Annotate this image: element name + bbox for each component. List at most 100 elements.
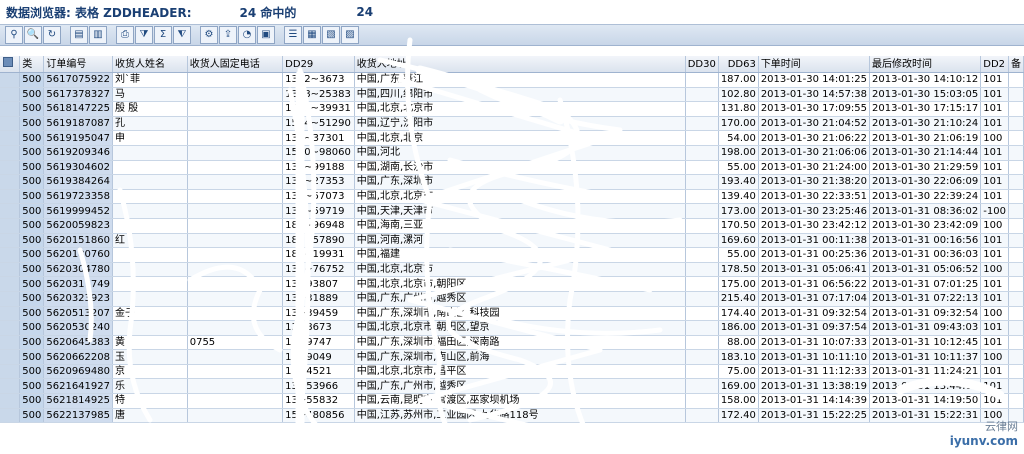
print-button[interactable]: ⎙ <box>116 26 134 44</box>
select-all-cell[interactable] <box>0 56 21 73</box>
column-header[interactable]: DD63 <box>718 56 759 73</box>
cell-dd63: 139.40 <box>718 189 759 205</box>
grid-button[interactable]: ▧ <box>322 26 340 44</box>
table-row[interactable]: 500 5617075922 刘`菲 1372~3673 中国,广东,蓬江 187.00 2… <box>0 72 1024 88</box>
table-row[interactable]: 500 5620059823 183~96948 中国,海南,三亚 170.50 2013… <box>0 218 1024 234</box>
cell-addr: 中国,广东,深圳市,福田区,深南路 <box>354 335 686 351</box>
row-selector[interactable] <box>0 101 21 117</box>
details-button[interactable]: ⚲ <box>5 26 23 44</box>
print-icon: ⎙ <box>121 29 129 40</box>
cell-dd29: 1861~39931 <box>282 101 355 117</box>
export-button[interactable]: ⇪ <box>219 26 237 44</box>
row-selector[interactable] <box>0 320 21 336</box>
row-selector[interactable] <box>0 145 21 161</box>
table-row[interactable]: 500 5620513207 金子 13~39459 中国,广东,深圳市,南山区,科技园… <box>0 306 1024 322</box>
sum-button[interactable]: Σ <box>154 26 172 44</box>
column-header[interactable]: DD2 <box>980 56 1009 73</box>
table-row[interactable]: 500 5619723358 135~57073 中国,北京,北京市 139.40 201… <box>0 189 1024 205</box>
change-layout-button[interactable]: ⚙ <box>200 26 218 44</box>
table-row[interactable]: 500 5619304602 137~99188 中国,湖南,长沙市 55.00 2013… <box>0 160 1024 176</box>
column-header[interactable]: 备 <box>1008 56 1024 73</box>
layout-button[interactable]: ▨ <box>341 26 359 44</box>
data-grid: 类订单编号 收货人姓名 收货人固定电话 DD29 收货人地址 DD30 DD63 下单时间 最后… <box>0 56 1024 454</box>
table-row[interactable]: 500 5617378327 马 1398~25383 中国,四川,绵阳市 102.80 2… <box>0 87 1024 103</box>
columns-button[interactable]: ☰ <box>284 26 302 44</box>
row-selector[interactable] <box>0 291 21 307</box>
cell-addr: 中国,北京,北京市,昌平区 <box>354 364 686 380</box>
row-selector[interactable] <box>0 189 21 205</box>
row-selector[interactable] <box>0 116 21 132</box>
row-selector[interactable] <box>0 247 21 263</box>
row-selector[interactable] <box>0 393 21 409</box>
column-header[interactable]: DD29 <box>282 56 355 73</box>
column-header[interactable]: 下单时间 <box>758 56 871 73</box>
column-header[interactable]: 收货人姓名 <box>112 56 188 73</box>
table-row[interactable]: 500 5620151860 红 187~57890 中国,河南,漯河 169.60 201… <box>0 233 1024 249</box>
page-title: 数据浏览器: 表格 ZDDHEADER: <box>6 5 192 20</box>
cell-phone <box>187 276 284 292</box>
table-row[interactable]: 500 5619195047 申 139~37301 中国,北京,北京 54.00 2013… <box>0 130 1024 146</box>
row-selector[interactable] <box>0 233 21 249</box>
row-selector[interactable] <box>0 174 21 190</box>
table-row[interactable]: 500 5619209346 1520~98060 中国,河北 198.00 2013-0… <box>0 145 1024 161</box>
row-selector[interactable] <box>0 130 21 146</box>
column-header[interactable]: 收货人地址 <box>354 56 686 73</box>
table-row[interactable]: 500 5621641927 乐 13~53966 中国,广东,广州市,越秀区 169.0… <box>0 378 1024 395</box>
subtotal-icon: ⧨ <box>177 29 187 40</box>
column-header[interactable]: 订单编号 <box>43 56 113 73</box>
cell-dd29: 137~99188 <box>282 160 355 176</box>
first-page-button[interactable]: ▤ <box>70 26 88 44</box>
table-row[interactable]: 500 5620180760 189~19931 中国,福建 55.00 2013-01-… <box>0 247 1024 263</box>
prev-page-button[interactable]: ▥ <box>89 26 107 44</box>
table-row[interactable]: 500 5620969480 京 13~4521 中国,北京,北京市,昌平区 75.00 2… <box>0 364 1024 380</box>
row-selector[interactable] <box>0 335 21 351</box>
toolbar-separator <box>108 26 116 44</box>
filter-button[interactable]: ⧩ <box>135 26 153 44</box>
table-row[interactable]: 500 5620304780 136~76752 中国,北京,北京市 178.50 201… <box>0 262 1024 278</box>
column-header[interactable]: 类 <box>19 56 45 73</box>
refresh-button[interactable]: ↻ <box>43 26 61 44</box>
title-bar: 数据浏览器: 表格 ZDDHEADER: 24 命中的 24 <box>0 0 1024 24</box>
subtotal-button[interactable]: ⧨ <box>173 26 191 44</box>
cell-order: 5620645383 <box>43 335 113 351</box>
table-row[interactable]: 500 5621814925 特 13~55832 中国,云南,昆明市,官渡区,巫家坝机… <box>0 393 1024 409</box>
row-selector[interactable] <box>0 276 21 292</box>
table-row[interactable]: 500 5620645383 黄 0755 13~9747 中国,广东,深圳市,福田区,深… <box>0 335 1024 351</box>
cell-dd29: 13~31889 <box>282 291 355 307</box>
cell-order: 5619187087 <box>43 116 113 132</box>
table-row[interactable]: 500 5619999452 139~59719 中国,天津,天津市 173.00 201… <box>0 203 1024 219</box>
graphic-button[interactable]: ◔ <box>238 26 256 44</box>
row-selector[interactable] <box>0 262 21 278</box>
cell-dd30 <box>685 320 719 336</box>
magnify-button[interactable]: 🔍 <box>24 26 42 44</box>
table-row[interactable]: 500 5619187087 孔 1584~51290 中国,辽宁,沈阳市 170.00 2… <box>0 116 1024 132</box>
row-selector[interactable] <box>0 378 21 395</box>
table-row[interactable]: 500 5622137985 唐 15~480856 中国,江苏,苏州市,工业园区,九华… <box>0 408 1024 424</box>
table-row[interactable]: 500 5620323923 13~31889 中国,广东,广州市,越秀区 215.40… <box>0 291 1024 307</box>
table-row[interactable]: 500 5618147225 殷 殷 1861~39931 中国,北京,北京市 131.8… <box>0 101 1024 117</box>
row-selector[interactable] <box>0 160 21 176</box>
abc-button[interactable]: ▣ <box>257 26 275 44</box>
table-row[interactable]: 500 5620317749 13~93807 中国,北京,北京市,朝阳区 175.00… <box>0 276 1024 292</box>
cell-phone <box>187 101 284 117</box>
table-row[interactable]: 500 5620662208 玉 18~9049 中国,广东,深圳市,南山区,前海 183… <box>0 349 1024 365</box>
cell-lei: 500 <box>19 87 45 103</box>
cell-dd2: 101 <box>980 174 1009 190</box>
column-header[interactable]: 收货人固定电话 <box>187 56 284 73</box>
row-selector[interactable] <box>0 203 21 219</box>
row-selector[interactable] <box>0 72 21 88</box>
table-button[interactable]: ▦ <box>303 26 321 44</box>
column-header[interactable]: DD30 <box>685 56 719 73</box>
row-selector[interactable] <box>0 87 21 103</box>
row-selector[interactable] <box>0 364 21 380</box>
hits-shown: 24 <box>356 5 374 19</box>
row-selector[interactable] <box>0 306 21 322</box>
row-selector[interactable] <box>0 349 21 365</box>
cell-order: 5619384264 <box>43 174 113 190</box>
row-selector[interactable] <box>0 408 21 424</box>
table-row[interactable]: 500 5620530240 13~8673 中国,北京,北京市,朝阳区,望京 186.… <box>0 320 1024 336</box>
row-selector[interactable] <box>0 218 21 234</box>
table-row[interactable]: 500 5619384264 136~27353 中国,广东,深圳市 193.40 201… <box>0 174 1024 190</box>
column-header[interactable]: 最后修改时间 <box>869 56 982 73</box>
prev-page-icon: ▥ <box>93 29 103 40</box>
